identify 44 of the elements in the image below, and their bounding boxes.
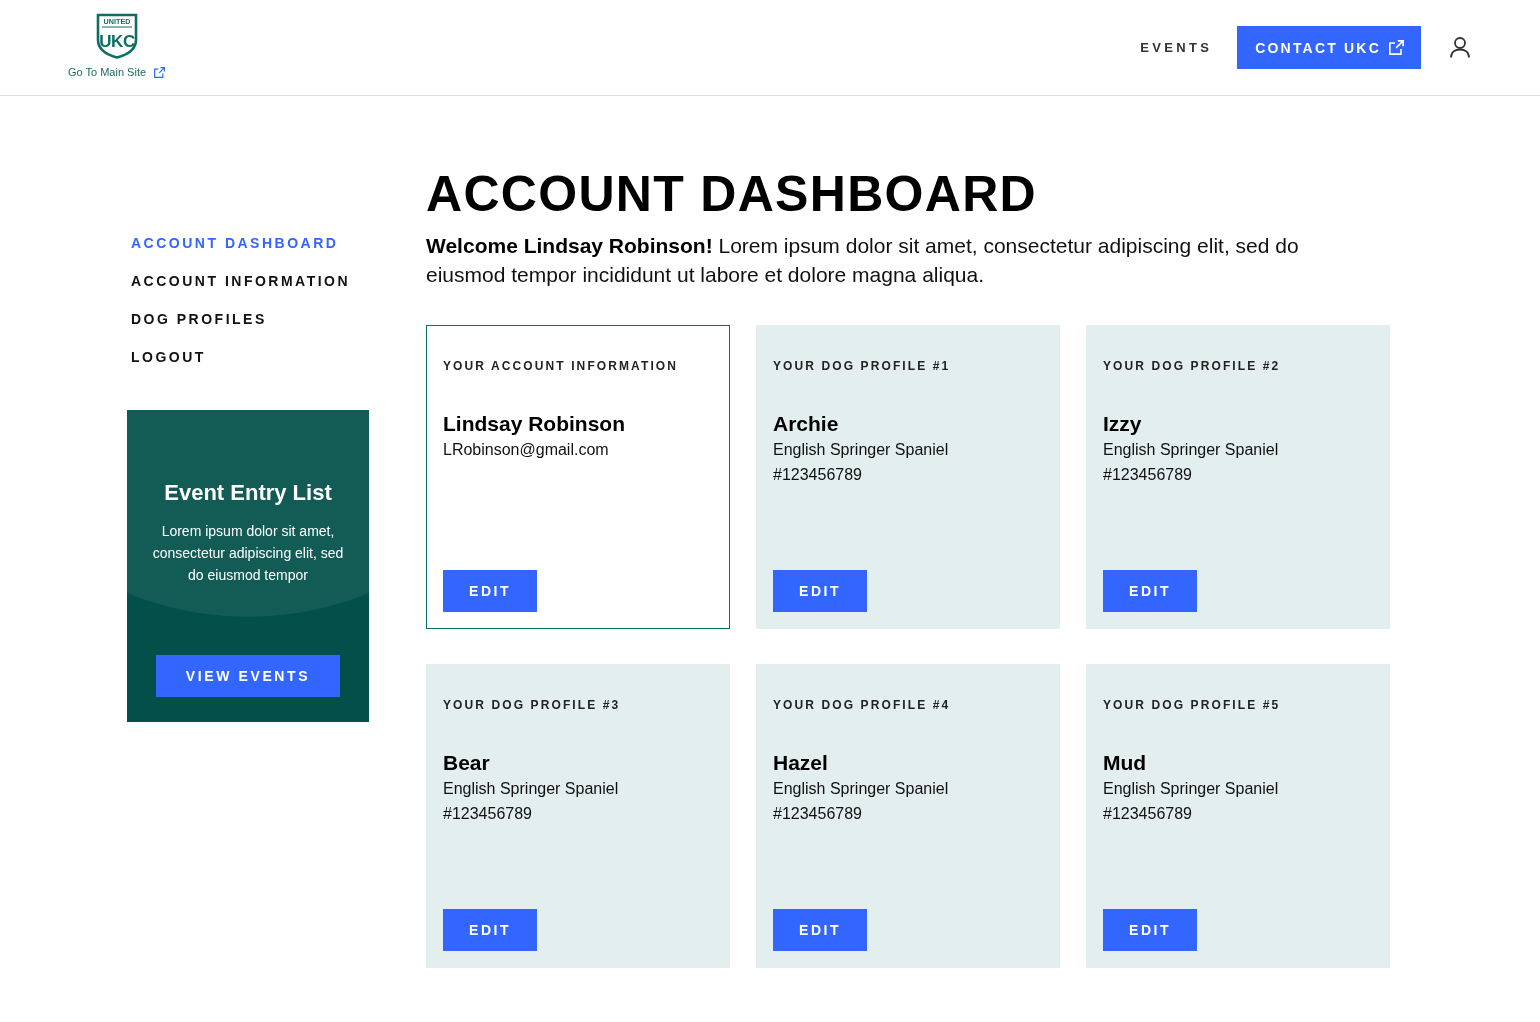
card-detail: #123456789	[1103, 804, 1192, 824]
card-detail: #123456789	[443, 804, 532, 824]
promo-text: Lorem ipsum dolor sit amet, consectetur adipiscing elit, sed do eiusmod tempor	[151, 522, 345, 585]
card-name: Izzy	[1103, 411, 1142, 437]
card-detail: English Springer Spaniel	[1103, 440, 1279, 460]
card-detail: English Springer Spaniel	[773, 779, 949, 799]
card-name: Mud	[1103, 750, 1147, 776]
view-events-button[interactable]: VIEW EVENTS	[156, 655, 340, 697]
edit-button[interactable]: EDIT	[773, 570, 867, 612]
sidebar-item[interactable]: LOGOUT	[127, 349, 369, 366]
card-name: Bear	[443, 750, 490, 776]
main-site-link[interactable]: Go To Main Site	[68, 64, 166, 81]
edit-button[interactable]: EDIT	[443, 570, 537, 612]
nav-link[interactable]: EVENTS	[1140, 37, 1213, 58]
sidebar-item[interactable]: ACCOUNT DASHBOARD	[127, 235, 369, 252]
card-detail: #123456789	[773, 804, 862, 824]
card-label: YOUR DOG PROFILE #3	[443, 698, 621, 712]
card-label: YOUR DOG PROFILE #1	[773, 359, 951, 373]
card-detail: English Springer Spaniel	[443, 779, 619, 799]
external-link-icon	[154, 66, 166, 78]
card-detail: LRobinson@gmail.com	[443, 440, 609, 460]
contact-button[interactable]: CONTACT UKC	[1237, 26, 1421, 69]
card-label: YOUR DOG PROFILE #5	[1103, 698, 1281, 712]
card-detail: English Springer Spaniel	[1103, 779, 1279, 799]
welcome-text: Welcome Lindsay Robinson! Lorem ipsum dolor sit amet, consectetur adipiscing elit, sed do eiusmod tempor incididunt ut labore et dolore magna aliqua.	[426, 233, 1300, 288]
sidebar-item[interactable]: DOG PROFILES	[127, 311, 369, 328]
card-label: YOUR DOG PROFILE #4	[773, 698, 951, 712]
card-name: Lindsay Robinson	[443, 411, 625, 437]
edit-button[interactable]: EDIT	[773, 909, 867, 951]
card-name: Archie	[773, 411, 839, 437]
card-label: YOUR ACCOUNT INFORMATION	[443, 359, 679, 373]
edit-button[interactable]: EDIT	[1103, 570, 1197, 612]
promo-title: Event Entry List	[164, 479, 332, 507]
card-detail: #123456789	[1103, 465, 1192, 485]
page-title: ACCOUNT DASHBOARD	[426, 169, 1038, 219]
edit-button[interactable]: EDIT	[443, 909, 537, 951]
external-link-icon	[1389, 40, 1404, 55]
card-label: YOUR DOG PROFILE #2	[1103, 359, 1281, 373]
edit-button[interactable]: EDIT	[1103, 909, 1197, 951]
card-detail: English Springer Spaniel	[773, 440, 949, 460]
card-detail: #123456789	[773, 465, 862, 485]
sidebar-item[interactable]: ACCOUNT INFORMATION	[127, 273, 369, 290]
card-name: Hazel	[773, 750, 828, 776]
user-icon[interactable]	[1450, 37, 1470, 58]
